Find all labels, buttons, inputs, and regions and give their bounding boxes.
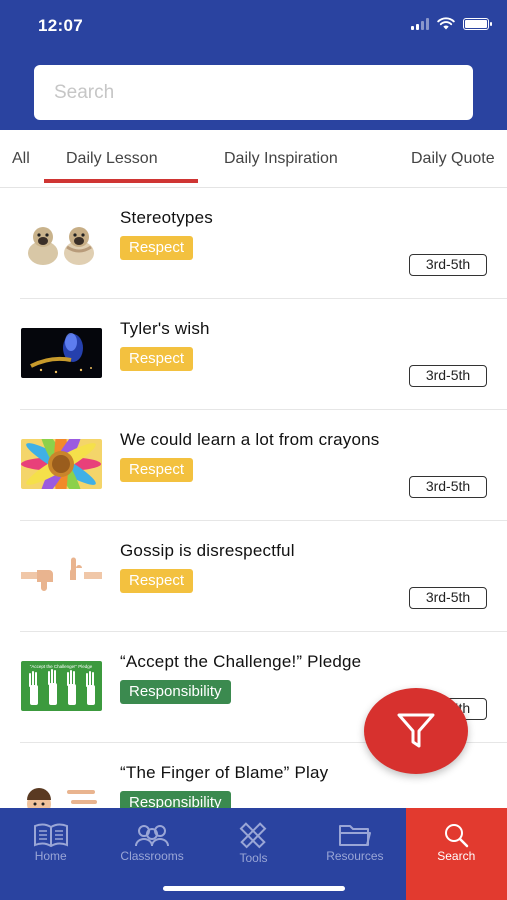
category-tag: Respect <box>120 569 194 593</box>
nav-label: Classrooms <box>120 849 184 863</box>
lesson-title: Gossip is disrespectful <box>120 541 295 560</box>
lesson-thumbnail <box>21 772 102 808</box>
nav-search[interactable]: Search <box>405 808 507 900</box>
tab-daily-lesson[interactable]: Daily Lesson <box>66 150 158 168</box>
battery-icon <box>463 17 492 30</box>
category-tag: Respect <box>120 236 194 260</box>
grade-badge: 3rd-5th <box>409 476 487 498</box>
filter-icon <box>397 713 435 748</box>
nav-label: Home <box>34 849 67 863</box>
folder-icon <box>338 825 371 846</box>
filter-button[interactable] <box>364 688 468 774</box>
lesson-thumbnail: "Accept the Challenge!" Pledge <box>21 661 102 711</box>
category-tabs: All Daily Lesson Daily Inspiration Daily… <box>0 130 507 188</box>
status-time: 12:07 <box>38 16 83 35</box>
category-tag: Respect <box>120 347 194 371</box>
nav-label: Search <box>437 849 476 863</box>
category-tag: Responsibility <box>120 791 231 808</box>
nav-label: Resources <box>326 849 384 863</box>
search-input[interactable] <box>34 65 473 120</box>
lesson-thumbnail <box>21 328 102 378</box>
tab-daily-inspiration[interactable]: Daily Inspiration <box>224 150 338 168</box>
pencil-ruler-icon <box>240 822 267 849</box>
tab-daily-quote[interactable]: Daily Quote <box>411 150 495 168</box>
category-tag: Respect <box>120 458 194 482</box>
active-tab-indicator <box>44 179 198 183</box>
list-item[interactable]: Stereotypes Respect 3rd-5th <box>20 188 507 299</box>
nav-label: Tools <box>239 851 268 865</box>
battery-level <box>465 19 487 28</box>
header-bar: 12:07 <box>0 0 507 130</box>
search-icon <box>445 824 469 848</box>
home-indicator <box>163 886 345 891</box>
lesson-title: “Accept the Challenge!” Pledge <box>120 652 362 671</box>
list-item[interactable]: We could learn a lot from crayons Respec… <box>20 410 507 521</box>
tab-all[interactable]: All <box>12 150 30 168</box>
lesson-thumbnail <box>21 439 102 489</box>
wifi-icon <box>437 17 455 30</box>
grade-badge: 3rd-5th <box>409 254 487 276</box>
category-tag: Responsibility <box>120 680 231 704</box>
book-icon <box>33 823 68 848</box>
grade-badge: 3rd-5th <box>409 365 487 387</box>
nav-home[interactable]: Home <box>0 808 101 900</box>
list-item[interactable]: Gossip is disrespectful Respect 3rd-5th <box>20 521 507 632</box>
status-icons <box>411 17 492 30</box>
lesson-title: “The Finger of Blame” Play <box>120 763 329 782</box>
people-icon <box>135 825 170 847</box>
lesson-thumbnail <box>21 550 102 600</box>
search-box[interactable] <box>34 65 473 120</box>
list-item[interactable]: Tyler's wish Respect 3rd-5th <box>20 299 507 410</box>
lesson-title: Tyler's wish <box>120 319 210 338</box>
lesson-thumbnail <box>21 217 102 267</box>
thumbnail-caption: "Accept the Challenge!" Pledge <box>30 664 93 669</box>
lesson-title: Stereotypes <box>120 208 213 227</box>
signal-icon <box>411 17 429 30</box>
grade-badge: 3rd-5th <box>409 587 487 609</box>
lesson-title: We could learn a lot from crayons <box>120 430 380 449</box>
